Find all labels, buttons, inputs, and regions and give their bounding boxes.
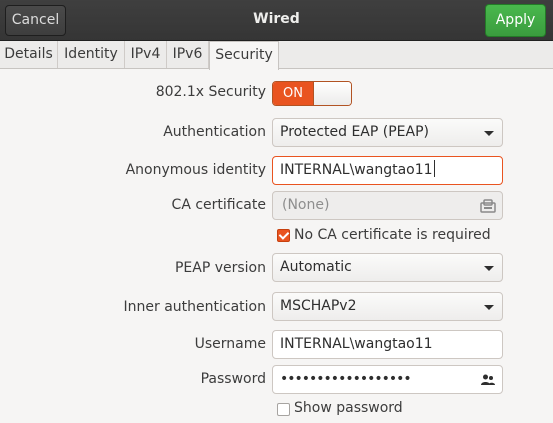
no-ca-required-checkbox[interactable]	[277, 229, 290, 242]
chevron-down-icon	[484, 131, 494, 136]
password-value: ••••••••••••••••••	[280, 371, 412, 387]
inner-auth-value: MSCHAPv2	[280, 298, 357, 314]
inner-auth-combo[interactable]: MSCHAPv2	[272, 292, 503, 321]
anonymous-identity-label: Anonymous identity	[125, 162, 266, 178]
chevron-down-icon	[484, 305, 494, 310]
authentication-combo[interactable]: Protected EAP (PEAP)	[272, 118, 503, 147]
ca-certificate-chooser[interactable]: (None)	[272, 191, 503, 220]
tab-security[interactable]: Security	[209, 41, 279, 70]
header-bar: Cancel Wired Apply	[0, 0, 553, 41]
authentication-label: Authentication	[163, 124, 266, 140]
show-password-label: Show password	[294, 400, 403, 416]
chevron-down-icon	[484, 266, 494, 271]
tab-ipv6[interactable]: IPv6	[167, 41, 209, 68]
tab-identity[interactable]: Identity	[58, 41, 125, 68]
username-value: INTERNAL\wangtao11	[280, 336, 433, 352]
username-input[interactable]: INTERNAL\wangtao11	[272, 330, 503, 359]
switch-state-text: ON	[273, 82, 313, 105]
no-ca-required-label: No CA certificate is required	[294, 227, 491, 243]
switch-knob[interactable]	[313, 82, 351, 105]
window-title: Wired	[253, 11, 300, 27]
authentication-value: Protected EAP (PEAP)	[280, 124, 429, 140]
anonymous-identity-input[interactable]: INTERNAL\wangtao11	[272, 156, 503, 185]
users-icon[interactable]	[480, 372, 496, 388]
password-input[interactable]: ••••••••••••••••••	[272, 365, 503, 394]
password-label: Password	[200, 371, 266, 387]
show-password-checkbox[interactable]	[277, 403, 290, 416]
tab-details[interactable]: Details	[0, 41, 58, 68]
peap-version-combo[interactable]: Automatic	[272, 253, 503, 282]
tab-ipv4[interactable]: IPv4	[125, 41, 167, 68]
ca-certificate-value: (None)	[282, 197, 330, 213]
security-8021x-switch[interactable]: ON	[272, 81, 352, 106]
ca-certificate-label: CA certificate	[171, 197, 266, 213]
peap-version-value: Automatic	[280, 259, 352, 275]
peap-version-label: PEAP version	[174, 260, 266, 276]
security-8021x-label: 802.1x Security	[155, 84, 266, 100]
apply-button[interactable]: Apply	[485, 4, 546, 37]
anonymous-identity-value: INTERNAL\wangtao11	[280, 162, 433, 178]
certificate-icon	[480, 199, 496, 213]
text-cursor	[433, 160, 435, 177]
username-label: Username	[194, 336, 266, 352]
tab-bar: Details Identity IPv4 IPv6 Security	[0, 41, 553, 70]
inner-auth-label: Inner authentication	[123, 299, 266, 315]
